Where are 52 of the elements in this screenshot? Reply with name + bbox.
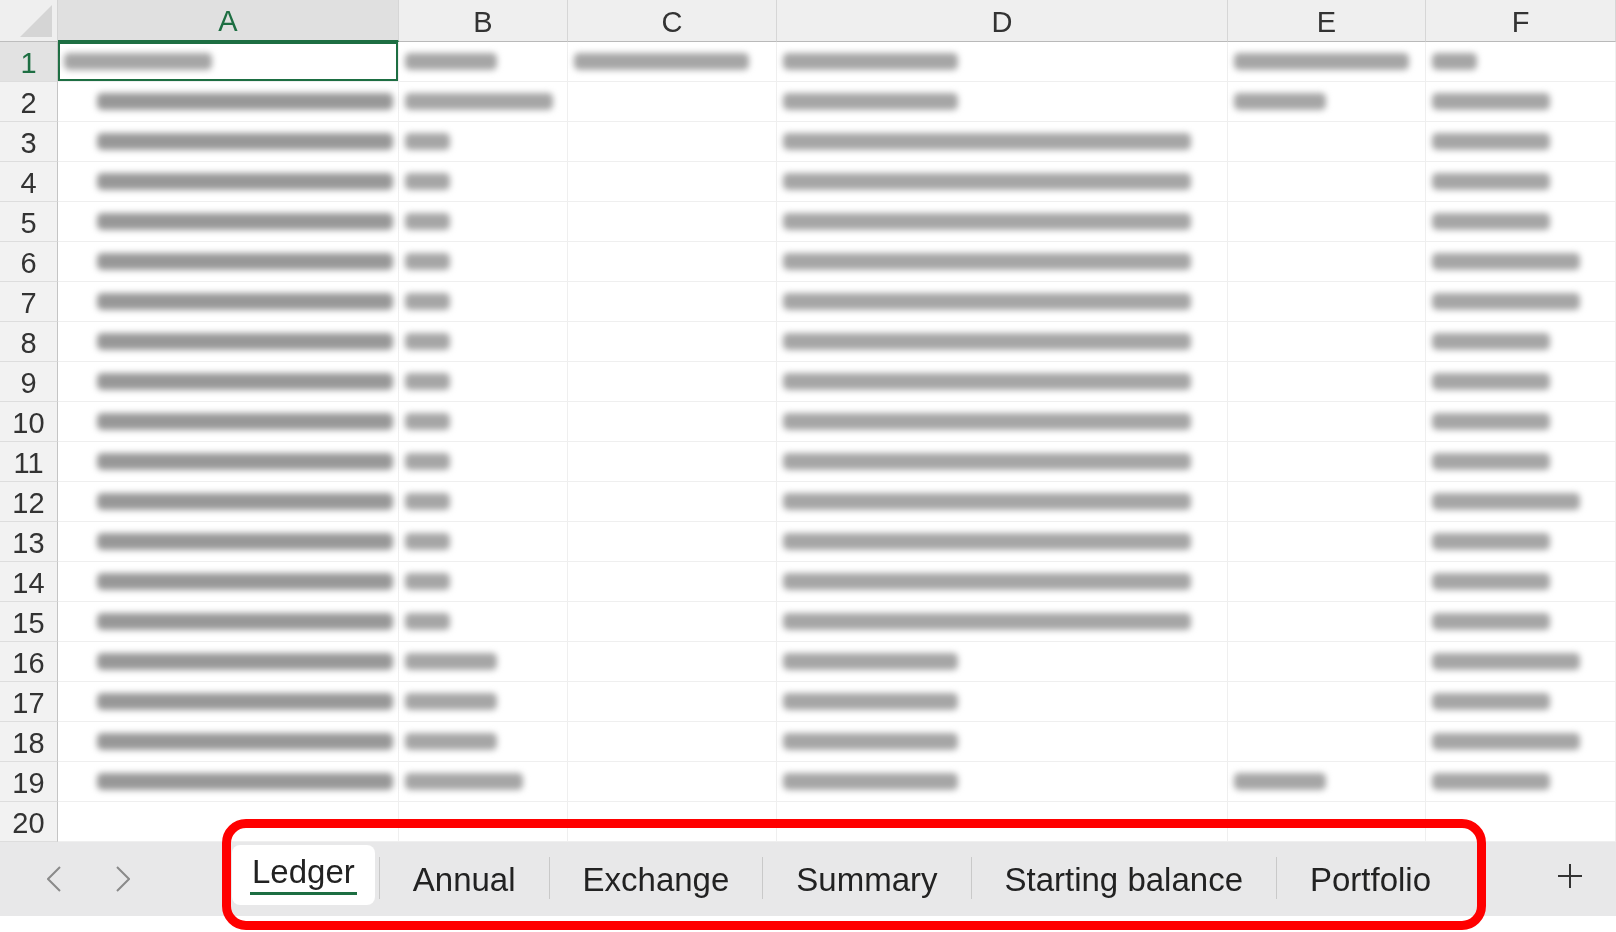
row-header[interactable]: 13 (0, 522, 58, 562)
row-header[interactable]: 16 (0, 642, 58, 682)
row-header[interactable]: 7 (0, 282, 58, 322)
row-header[interactable]: 10 (0, 402, 58, 442)
row-header[interactable]: 3 (0, 122, 58, 162)
column-header[interactable]: F (1426, 0, 1616, 42)
row-header[interactable]: 15 (0, 602, 58, 642)
blurred-text (405, 453, 450, 470)
row-header[interactable]: 9 (0, 362, 58, 402)
row-header[interactable]: 11 (0, 442, 58, 482)
sheet-tab[interactable]: Summary (767, 845, 967, 911)
blurred-text (405, 613, 450, 630)
plus-icon (1558, 864, 1582, 888)
sheet-tab[interactable]: Portfolio (1281, 845, 1461, 911)
row-header[interactable]: 17 (0, 682, 58, 722)
selected-cell[interactable] (58, 42, 399, 82)
blurred-text (405, 293, 450, 310)
row-header[interactable]: 20 (0, 802, 58, 842)
row-header[interactable]: 14 (0, 562, 58, 602)
blurred-text (405, 533, 450, 550)
row-header[interactable]: 2 (0, 82, 58, 122)
row-header[interactable]: 4 (0, 162, 58, 202)
column-header[interactable]: E (1228, 0, 1426, 42)
column-header[interactable]: A (58, 0, 399, 42)
blurred-text (405, 213, 450, 230)
blurred-text (405, 493, 450, 510)
blurred-text (405, 333, 450, 350)
blurred-text (405, 413, 450, 430)
sheet-tab[interactable]: Exchange (553, 845, 759, 911)
column-header[interactable]: D (777, 0, 1228, 42)
chevron-right-icon (116, 866, 130, 892)
blurred-text (405, 573, 450, 590)
column-header[interactable]: B (399, 0, 568, 42)
blurred-text (405, 133, 450, 150)
triangle-icon (20, 5, 52, 37)
row-header[interactable]: 6 (0, 242, 58, 282)
row-header[interactable]: 18 (0, 722, 58, 762)
blurred-text (405, 173, 450, 190)
blurred-text (1432, 53, 1477, 70)
row-header[interactable]: 8 (0, 322, 58, 362)
sheet-tab[interactable]: Starting balance (975, 845, 1272, 911)
row-header[interactable]: 1 (0, 42, 58, 82)
row-header[interactable]: 5 (0, 202, 58, 242)
blurred-text (405, 253, 450, 270)
select-all-button[interactable] (0, 0, 58, 42)
row-header[interactable]: 12 (0, 482, 58, 522)
row-header[interactable]: 19 (0, 762, 58, 802)
column-header[interactable]: C (568, 0, 777, 42)
sheet-tab[interactable]: Annual (383, 845, 545, 911)
chevron-left-icon (47, 866, 61, 892)
sheet-tab[interactable]: Ledger (232, 845, 375, 905)
blurred-text (405, 373, 450, 390)
